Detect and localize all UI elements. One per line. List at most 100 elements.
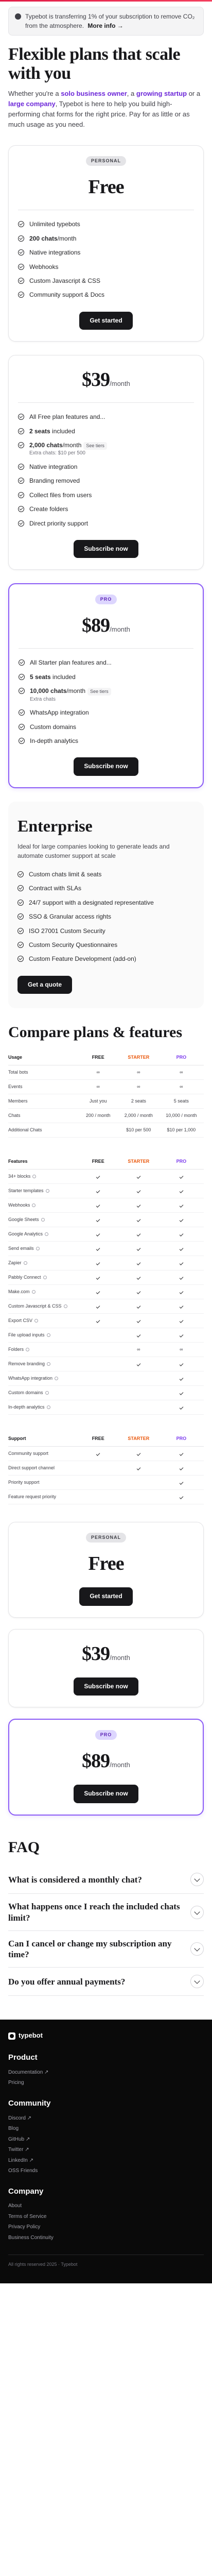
info-icon[interactable] xyxy=(47,1362,51,1366)
footer-link[interactable]: LinkedIn ↗ xyxy=(8,2156,204,2166)
feature-text: Collect files from users xyxy=(29,491,92,500)
banner-more-info-link[interactable]: More info → xyxy=(87,22,123,29)
info-icon[interactable] xyxy=(45,1189,49,1193)
feature-label: Contract with SLAs xyxy=(29,885,82,892)
see-tiers-tag[interactable]: See tiers xyxy=(87,688,111,696)
footer-link[interactable]: OSS Friends xyxy=(8,2166,204,2177)
footer-link[interactable]: Discord ↗ xyxy=(8,2113,204,2124)
table-cell: 200 / month xyxy=(78,1112,118,1119)
info-icon[interactable] xyxy=(31,1290,36,1294)
row-label-text: Zapier xyxy=(8,1260,22,1266)
footer-column-title: Company xyxy=(8,2187,44,2196)
cell-value: 5 seats xyxy=(173,1098,189,1104)
check-circle-icon xyxy=(17,956,24,962)
info-icon[interactable] xyxy=(26,1348,30,1352)
subscribe-pro-button[interactable]: Subscribe now xyxy=(74,757,138,776)
row-label: Remove branding xyxy=(8,1361,78,1367)
info-icon[interactable] xyxy=(46,1333,50,1337)
footer-link[interactable]: About xyxy=(8,2201,204,2212)
table-cell xyxy=(159,1289,204,1295)
section-title: Support xyxy=(8,1436,26,1442)
footer-link[interactable]: GitHub ↗ xyxy=(8,2134,204,2145)
chevron-down-icon[interactable] xyxy=(190,1905,204,1919)
feature-text: Branding removed xyxy=(29,477,80,485)
check-circle-icon xyxy=(19,723,25,730)
plan-card-enterprise: Enterprise Ideal for large companies loo… xyxy=(8,801,204,1009)
footer-link[interactable]: Blog xyxy=(8,2124,204,2134)
info-icon[interactable] xyxy=(46,1405,50,1410)
table-cell: Just you xyxy=(78,1098,118,1105)
info-icon[interactable] xyxy=(43,1276,47,1280)
info-icon[interactable] xyxy=(55,1377,59,1381)
feature-label: Custom Feature Development (add-on) xyxy=(29,955,136,963)
faq-item[interactable]: What is considered a monthly chat? xyxy=(8,1866,204,1894)
table-cell xyxy=(118,1173,159,1180)
check-icon xyxy=(136,1189,141,1194)
subscribe-starter-button[interactable]: Subscribe now xyxy=(74,1677,138,1696)
feature-text: All Free plan features and... xyxy=(29,413,105,421)
footer-link[interactable]: Terms of Service xyxy=(8,2212,204,2223)
get-a-quote-button[interactable]: Get a quote xyxy=(17,975,73,994)
table-cell xyxy=(118,1260,159,1266)
info-icon[interactable] xyxy=(32,1204,36,1208)
footer-link[interactable]: Privacy Policy xyxy=(8,2222,204,2233)
check-icon xyxy=(179,1362,184,1367)
plan-card-starter: $39/month All Free plan features and... 2… xyxy=(8,355,204,570)
check-circle-icon xyxy=(18,249,24,256)
info-icon[interactable] xyxy=(34,1319,39,1323)
info-icon[interactable] xyxy=(41,1218,45,1222)
chevron-down-icon[interactable] xyxy=(190,1975,204,1989)
plan-feature-item: Native integrations xyxy=(18,246,194,260)
info-icon[interactable] xyxy=(36,1247,40,1251)
table-row: Custom domains xyxy=(8,1386,204,1401)
footer-link[interactable]: Twitter ↗ xyxy=(8,2145,204,2156)
check-icon xyxy=(179,1452,184,1456)
info-icon[interactable] xyxy=(45,1232,49,1236)
get-started-button[interactable]: Get started xyxy=(79,1587,133,1606)
see-tiers-tag[interactable]: See tiers xyxy=(83,442,107,450)
info-icon[interactable] xyxy=(45,1391,49,1395)
chevron-down-icon[interactable] xyxy=(190,1942,204,1956)
check-icon xyxy=(136,1175,141,1179)
row-label-text: Chats xyxy=(8,1113,21,1118)
enterprise-title: Enterprise xyxy=(17,816,93,835)
row-label-text: In-depth analytics xyxy=(8,1404,45,1410)
row-label-text: Starter templates xyxy=(8,1188,44,1194)
check-icon xyxy=(179,1290,184,1295)
plan-card-pro: Pro $89/month All Starter plan features … xyxy=(8,583,204,788)
table-cell xyxy=(78,1303,118,1310)
mini-plan-card-starter: $39/month Subscribe now xyxy=(8,1629,204,1708)
check-icon xyxy=(179,1333,184,1338)
faq-item[interactable]: Do you offer annual payments? xyxy=(8,1968,204,1996)
feature-suffix: /month xyxy=(66,687,86,695)
table-cell xyxy=(118,1245,159,1252)
check-icon xyxy=(179,1319,184,1324)
plan-feature-list: All Starter plan features and... 5 seats … xyxy=(19,656,193,748)
check-icon xyxy=(179,1276,184,1280)
plan-feature-item: Custom domains xyxy=(19,720,193,734)
subscribe-starter-button[interactable]: Subscribe now xyxy=(74,539,138,558)
row-label-text: Custom Javascript & CSS xyxy=(8,1303,62,1309)
faq-item[interactable]: What happens once I reach the included c… xyxy=(8,1894,204,1931)
cell-value: 10,000 / month xyxy=(166,1113,197,1118)
cell-value: ∞ xyxy=(180,1347,183,1352)
info-icon[interactable] xyxy=(63,1304,67,1309)
info-icon[interactable] xyxy=(32,1175,37,1179)
check-icon xyxy=(136,1304,141,1309)
info-icon[interactable] xyxy=(23,1261,27,1265)
table-cell xyxy=(78,1231,118,1238)
table-cell: ∞ xyxy=(118,1346,159,1353)
chevron-down-icon[interactable] xyxy=(190,1873,204,1887)
footer-link[interactable]: Pricing xyxy=(8,2078,204,2089)
plan-column-header: FREE xyxy=(92,1436,104,1442)
enterprise-feature-item: ISO 27001 Custom Security xyxy=(17,924,195,938)
faq-item[interactable]: Can I cancel or change my subscription a… xyxy=(8,1931,204,1968)
check-icon xyxy=(179,1204,184,1208)
check-circle-icon xyxy=(19,673,25,680)
table-cell xyxy=(118,1332,159,1338)
footer-link[interactable]: Documentation ↗ xyxy=(8,2067,204,2078)
subscribe-pro-button[interactable]: Subscribe now xyxy=(74,1785,138,1803)
footer-link[interactable]: Business Continuity xyxy=(8,2233,204,2244)
footer-brand[interactable]: typebot xyxy=(8,2031,204,2041)
get-started-button[interactable]: Get started xyxy=(79,311,133,330)
